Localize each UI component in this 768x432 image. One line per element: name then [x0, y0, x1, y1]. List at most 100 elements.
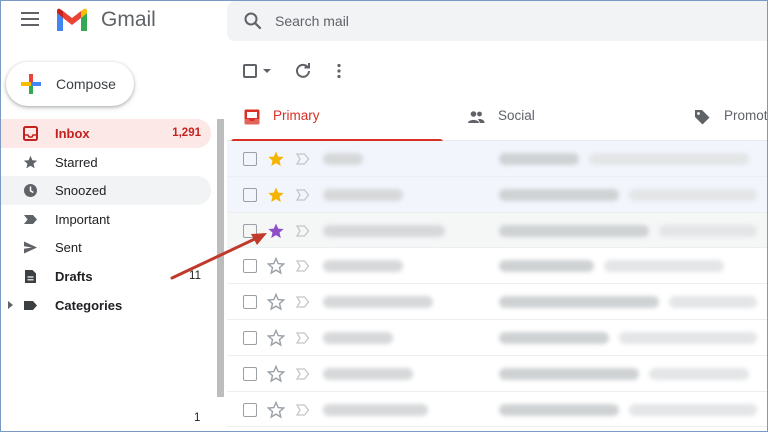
blurred-sender	[323, 331, 393, 344]
important-icon	[24, 214, 37, 224]
sidebar-item-label: Important	[55, 211, 110, 227]
star-outline-icon[interactable]	[267, 400, 285, 419]
important-marker-icon[interactable]	[296, 296, 310, 308]
email-list	[227, 141, 767, 428]
email-row[interactable]	[227, 284, 767, 320]
people-icon	[468, 111, 485, 123]
select-all-checkbox[interactable]	[243, 64, 257, 78]
blurred-snippet	[629, 403, 757, 416]
mail-toolbar	[227, 53, 767, 89]
email-row[interactable]	[227, 356, 767, 392]
row-checkbox[interactable]	[243, 187, 257, 202]
search-icon[interactable]	[243, 11, 263, 31]
star-outline-icon[interactable]	[267, 257, 285, 275]
select-dropdown-icon[interactable]	[263, 69, 271, 73]
sidebar-item-label: Sent	[55, 240, 82, 256]
row-checkbox[interactable]	[243, 259, 257, 274]
category-tabs: Primary Social Promoti	[227, 93, 768, 142]
tab-primary[interactable]: Primary	[227, 93, 443, 142]
blurred-subject	[499, 188, 619, 201]
sidebar-item-drafts[interactable]: Drafts 11	[1, 262, 211, 291]
important-marker-icon[interactable]	[296, 332, 310, 344]
row-checkbox[interactable]	[243, 330, 257, 345]
sidebar-item-starred[interactable]: Starred	[1, 148, 211, 177]
clock-icon	[24, 184, 37, 198]
sidebar-item-label: Categories	[55, 297, 123, 313]
sidebar-scrollbar-thumb[interactable]	[217, 119, 224, 397]
blurred-subject	[499, 403, 619, 416]
important-marker-icon[interactable]	[296, 224, 310, 237]
tab-social[interactable]: Social	[459, 93, 675, 141]
row-checkbox[interactable]	[243, 152, 257, 166]
blurred-snippet	[619, 331, 757, 344]
more-vert-icon[interactable]	[329, 61, 349, 81]
email-row[interactable]	[227, 176, 767, 213]
drafts-count: 11	[189, 269, 201, 282]
email-row[interactable]	[227, 248, 767, 285]
blurred-sender	[323, 188, 403, 201]
blurred-snippet	[659, 224, 757, 237]
star-outline-icon[interactable]	[267, 328, 285, 347]
search-bar[interactable]	[227, 1, 767, 41]
important-marker-icon[interactable]	[296, 153, 310, 165]
gmail-window: Gmail Compose Inbox 1,291	[0, 0, 768, 432]
blurred-subject	[499, 331, 609, 344]
blurred-subject	[499, 260, 594, 273]
important-marker-icon[interactable]	[296, 403, 310, 416]
blurred-subject	[499, 367, 639, 380]
expand-arrow-icon[interactable]	[8, 300, 13, 309]
sidebar: Inbox 1,291 Starred Snoozed Important Se…	[1, 119, 216, 319]
app-name[interactable]: Gmail	[101, 8, 156, 32]
row-checkbox[interactable]	[243, 366, 257, 381]
blurred-snippet	[649, 367, 749, 380]
blurred-sender	[323, 403, 428, 416]
send-icon	[24, 241, 37, 254]
refresh-icon[interactable]	[293, 61, 313, 81]
sidebar-item-label: Inbox	[55, 126, 90, 141]
top-header: Gmail	[1, 1, 767, 41]
blurred-subject	[499, 153, 579, 165]
sidebar-item-label: Starred	[55, 154, 98, 170]
email-row[interactable]	[227, 320, 767, 356]
tab-promotions[interactable]: Promoti	[685, 93, 768, 141]
row-checkbox[interactable]	[243, 402, 257, 417]
star-icon[interactable]	[267, 186, 285, 204]
blurred-sender	[323, 153, 363, 165]
tab-label: Primary	[273, 108, 320, 123]
star-outline-icon[interactable]	[267, 364, 285, 383]
blurred-snippet	[589, 153, 749, 165]
sidebar-item-inbox[interactable]: Inbox 1,291	[1, 119, 211, 148]
tab-label: Promoti	[724, 108, 768, 123]
row-checkbox[interactable]	[243, 223, 257, 238]
sidebar-item-sent[interactable]: Sent	[1, 233, 211, 262]
sidebar-item-categories[interactable]: Categories	[1, 291, 211, 320]
search-input[interactable]	[275, 9, 675, 33]
star-outline-icon[interactable]	[267, 293, 285, 311]
sidebar-item-label: Drafts	[55, 268, 93, 284]
email-row[interactable]	[227, 141, 767, 177]
important-marker-icon[interactable]	[296, 260, 310, 273]
main-menu-icon[interactable]	[21, 12, 39, 28]
star-icon[interactable]	[267, 150, 285, 168]
compose-button[interactable]: Compose	[6, 62, 134, 106]
blurred-subject	[499, 296, 659, 309]
gmail-logo-icon[interactable]	[55, 7, 89, 33]
blurred-snippet	[669, 296, 757, 309]
important-marker-icon[interactable]	[296, 368, 310, 380]
row-checkbox[interactable]	[243, 295, 257, 310]
email-row[interactable]	[227, 212, 767, 249]
draft-icon	[25, 269, 36, 283]
sidebar-item-important[interactable]: Important	[1, 205, 211, 234]
star-icon	[23, 155, 38, 168]
label-icon	[24, 300, 37, 310]
email-row[interactable]	[227, 392, 767, 428]
important-marker-icon[interactable]	[296, 189, 310, 201]
compose-label: Compose	[56, 76, 116, 92]
tag-icon	[695, 110, 710, 125]
purple-star-icon[interactable]	[267, 222, 285, 240]
sidebar-item-label: Snoozed	[55, 183, 107, 199]
tab-label: Social	[498, 108, 535, 123]
inbox-icon	[23, 126, 38, 141]
sidebar-item-snoozed[interactable]: Snoozed	[1, 176, 211, 205]
blurred-snippet	[629, 188, 757, 201]
